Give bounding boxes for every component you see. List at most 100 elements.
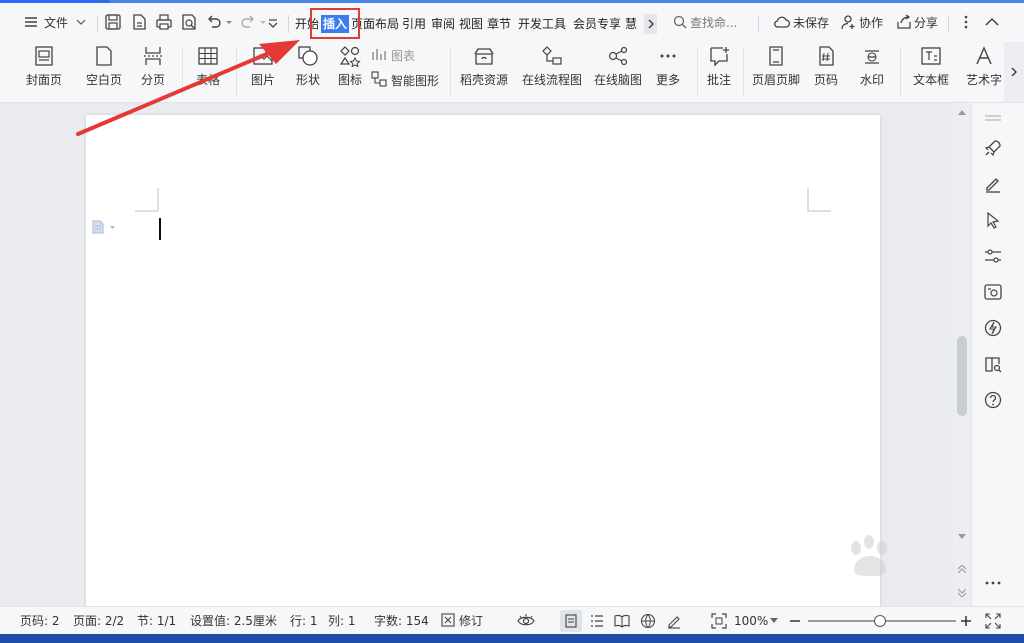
watermark-button[interactable]: 水印 (850, 42, 894, 102)
online-mindmap-button[interactable]: 在线脑图 (590, 42, 646, 102)
scroll-up-icon[interactable] (958, 109, 966, 115)
collaborate-button[interactable]: 协作 (859, 13, 883, 33)
smart-art-button[interactable]: 智能图形 (371, 71, 443, 89)
status-col[interactable]: 列: 1 (328, 614, 356, 628)
scrollbar-thumb[interactable] (957, 336, 967, 416)
tab-review[interactable]: 审阅 (431, 14, 455, 34)
cloud-unsaved-icon[interactable] (773, 13, 791, 31)
fit-page-icon[interactable] (711, 613, 727, 629)
tab-view[interactable]: 视图 (459, 14, 483, 34)
rocket-icon[interactable] (983, 138, 1003, 158)
file-menu[interactable]: 文件 (44, 13, 68, 33)
status-setting[interactable]: 设置值: 2.5厘米 (190, 614, 277, 628)
vertical-scrollbar[interactable] (953, 103, 971, 606)
print-preview-icon[interactable] (180, 13, 198, 31)
zoom-level[interactable]: 100% (734, 614, 768, 628)
search-icon[interactable] (673, 15, 687, 29)
write-mode-icon[interactable] (666, 613, 682, 629)
outline-view-icon[interactable] (589, 613, 605, 629)
spark-icon[interactable] (983, 318, 1003, 338)
picture-icon (253, 47, 273, 65)
chevron-right-icon (648, 19, 654, 29)
page-break-button[interactable]: 分页 (134, 42, 172, 102)
hamburger-menu-icon[interactable] (24, 15, 38, 29)
page-view-button[interactable] (560, 610, 582, 632)
status-page[interactable]: 页面: 2/2 (73, 614, 124, 628)
undo-icon[interactable] (205, 13, 223, 31)
status-row[interactable]: 行: 1 (290, 614, 318, 628)
page-break-label: 分页 (140, 73, 165, 87)
document-canvas[interactable] (0, 103, 953, 610)
shape-button[interactable]: 形状 (288, 42, 328, 102)
tab-chapter[interactable]: 章节 (487, 14, 511, 34)
sidebar-more-icon[interactable] (983, 579, 1003, 587)
fullscreen-icon[interactable] (985, 613, 1001, 629)
more-button[interactable]: 更多 (648, 42, 688, 102)
highlight-box-insert (310, 8, 360, 39)
tab-member[interactable]: 会员专享 (573, 14, 621, 34)
paragraph-format-marker[interactable] (92, 220, 120, 237)
adjust-sliders-icon[interactable] (983, 246, 1003, 266)
customize-toolbar-icon[interactable] (267, 17, 279, 29)
sidebar-handle-icon[interactable] (983, 113, 1003, 123)
table-icon (198, 47, 218, 65)
tab-developer[interactable]: 开发工具 (518, 14, 566, 34)
document-page[interactable] (86, 115, 880, 610)
tab-references[interactable]: 引用 (402, 14, 426, 34)
word-art-button[interactable]: 艺术字 (964, 42, 1004, 102)
icon-button[interactable]: 图标 (334, 42, 366, 102)
reading-view-icon[interactable] (614, 613, 630, 629)
status-section[interactable]: 节: 1/1 (137, 614, 176, 628)
comment-button[interactable]: 批注 (703, 42, 735, 102)
collaborate-icon[interactable] (840, 13, 858, 31)
table-label: 表格 (195, 73, 220, 87)
cover-page-button[interactable]: 封面页 (18, 42, 70, 102)
share-icon[interactable] (895, 13, 913, 31)
zoom-dropdown-icon[interactable] (770, 618, 778, 624)
select-cursor-icon[interactable] (983, 210, 1003, 230)
text-box-label: 文本框 (912, 73, 949, 87)
zoom-slider-thumb[interactable] (874, 615, 886, 627)
picture-button[interactable]: 图片 (243, 42, 283, 102)
chevron-down-icon[interactable] (76, 17, 86, 27)
undo-dropdown-icon[interactable] (225, 19, 233, 27)
online-flowchart-button[interactable]: 在线流程图 (518, 42, 586, 102)
top-menu-bar: 文件 开始 插入 页面布局 引用 审阅 视图 章节 开发工具 会员专享 慧 查找… (0, 0, 1024, 42)
export-pdf-icon[interactable] (130, 13, 148, 31)
redo-dropdown-icon[interactable] (259, 19, 267, 27)
flowchart-icon (542, 46, 562, 65)
docer-resources-button[interactable]: 稻壳资源 (456, 42, 512, 102)
eye-protection-icon[interactable] (516, 613, 536, 629)
header-footer-button[interactable]: 页眉页脚 (748, 42, 804, 102)
status-word-count[interactable]: 字数: 154 (374, 614, 429, 628)
table-button[interactable]: 表格 (188, 42, 228, 102)
pen-icon[interactable] (983, 174, 1003, 194)
tab-truncated[interactable]: 慧 (625, 14, 642, 34)
smart-art-label: 智能图形 (391, 74, 440, 88)
picture-label: 图片 (250, 73, 275, 87)
search-command-input[interactable]: 查找命... (690, 13, 737, 33)
unsaved-status[interactable]: 未保存 (793, 13, 829, 33)
zoom-out-icon[interactable] (789, 614, 801, 628)
print-icon[interactable] (155, 13, 173, 31)
page-break-icon (144, 47, 162, 65)
more-vertical-icon[interactable] (957, 13, 975, 31)
zoom-in-icon[interactable] (960, 614, 972, 628)
track-changes-toggle[interactable]: 修订 (441, 612, 501, 630)
image-tools-icon[interactable] (983, 282, 1003, 302)
blank-page-button[interactable]: 空白页 (76, 42, 132, 102)
share-button[interactable]: 分享 (914, 13, 938, 33)
status-page-code[interactable]: 页码: 2 (20, 614, 60, 628)
chart-button[interactable]: 图表 (371, 46, 441, 64)
web-view-icon[interactable] (640, 613, 656, 629)
save-icon[interactable] (104, 13, 122, 31)
document-marker-icon (92, 220, 115, 234)
ribbon-scroll-right-button[interactable] (1004, 42, 1024, 102)
text-box-button[interactable]: 文本框 (906, 42, 956, 102)
tab-scroll-right-button[interactable] (644, 14, 657, 34)
page-number-button[interactable]: 页码 (806, 42, 846, 102)
help-icon[interactable] (983, 390, 1003, 410)
collapse-ribbon-icon[interactable] (983, 13, 1001, 31)
redo-icon[interactable] (239, 13, 257, 31)
book-search-icon[interactable] (983, 354, 1003, 374)
